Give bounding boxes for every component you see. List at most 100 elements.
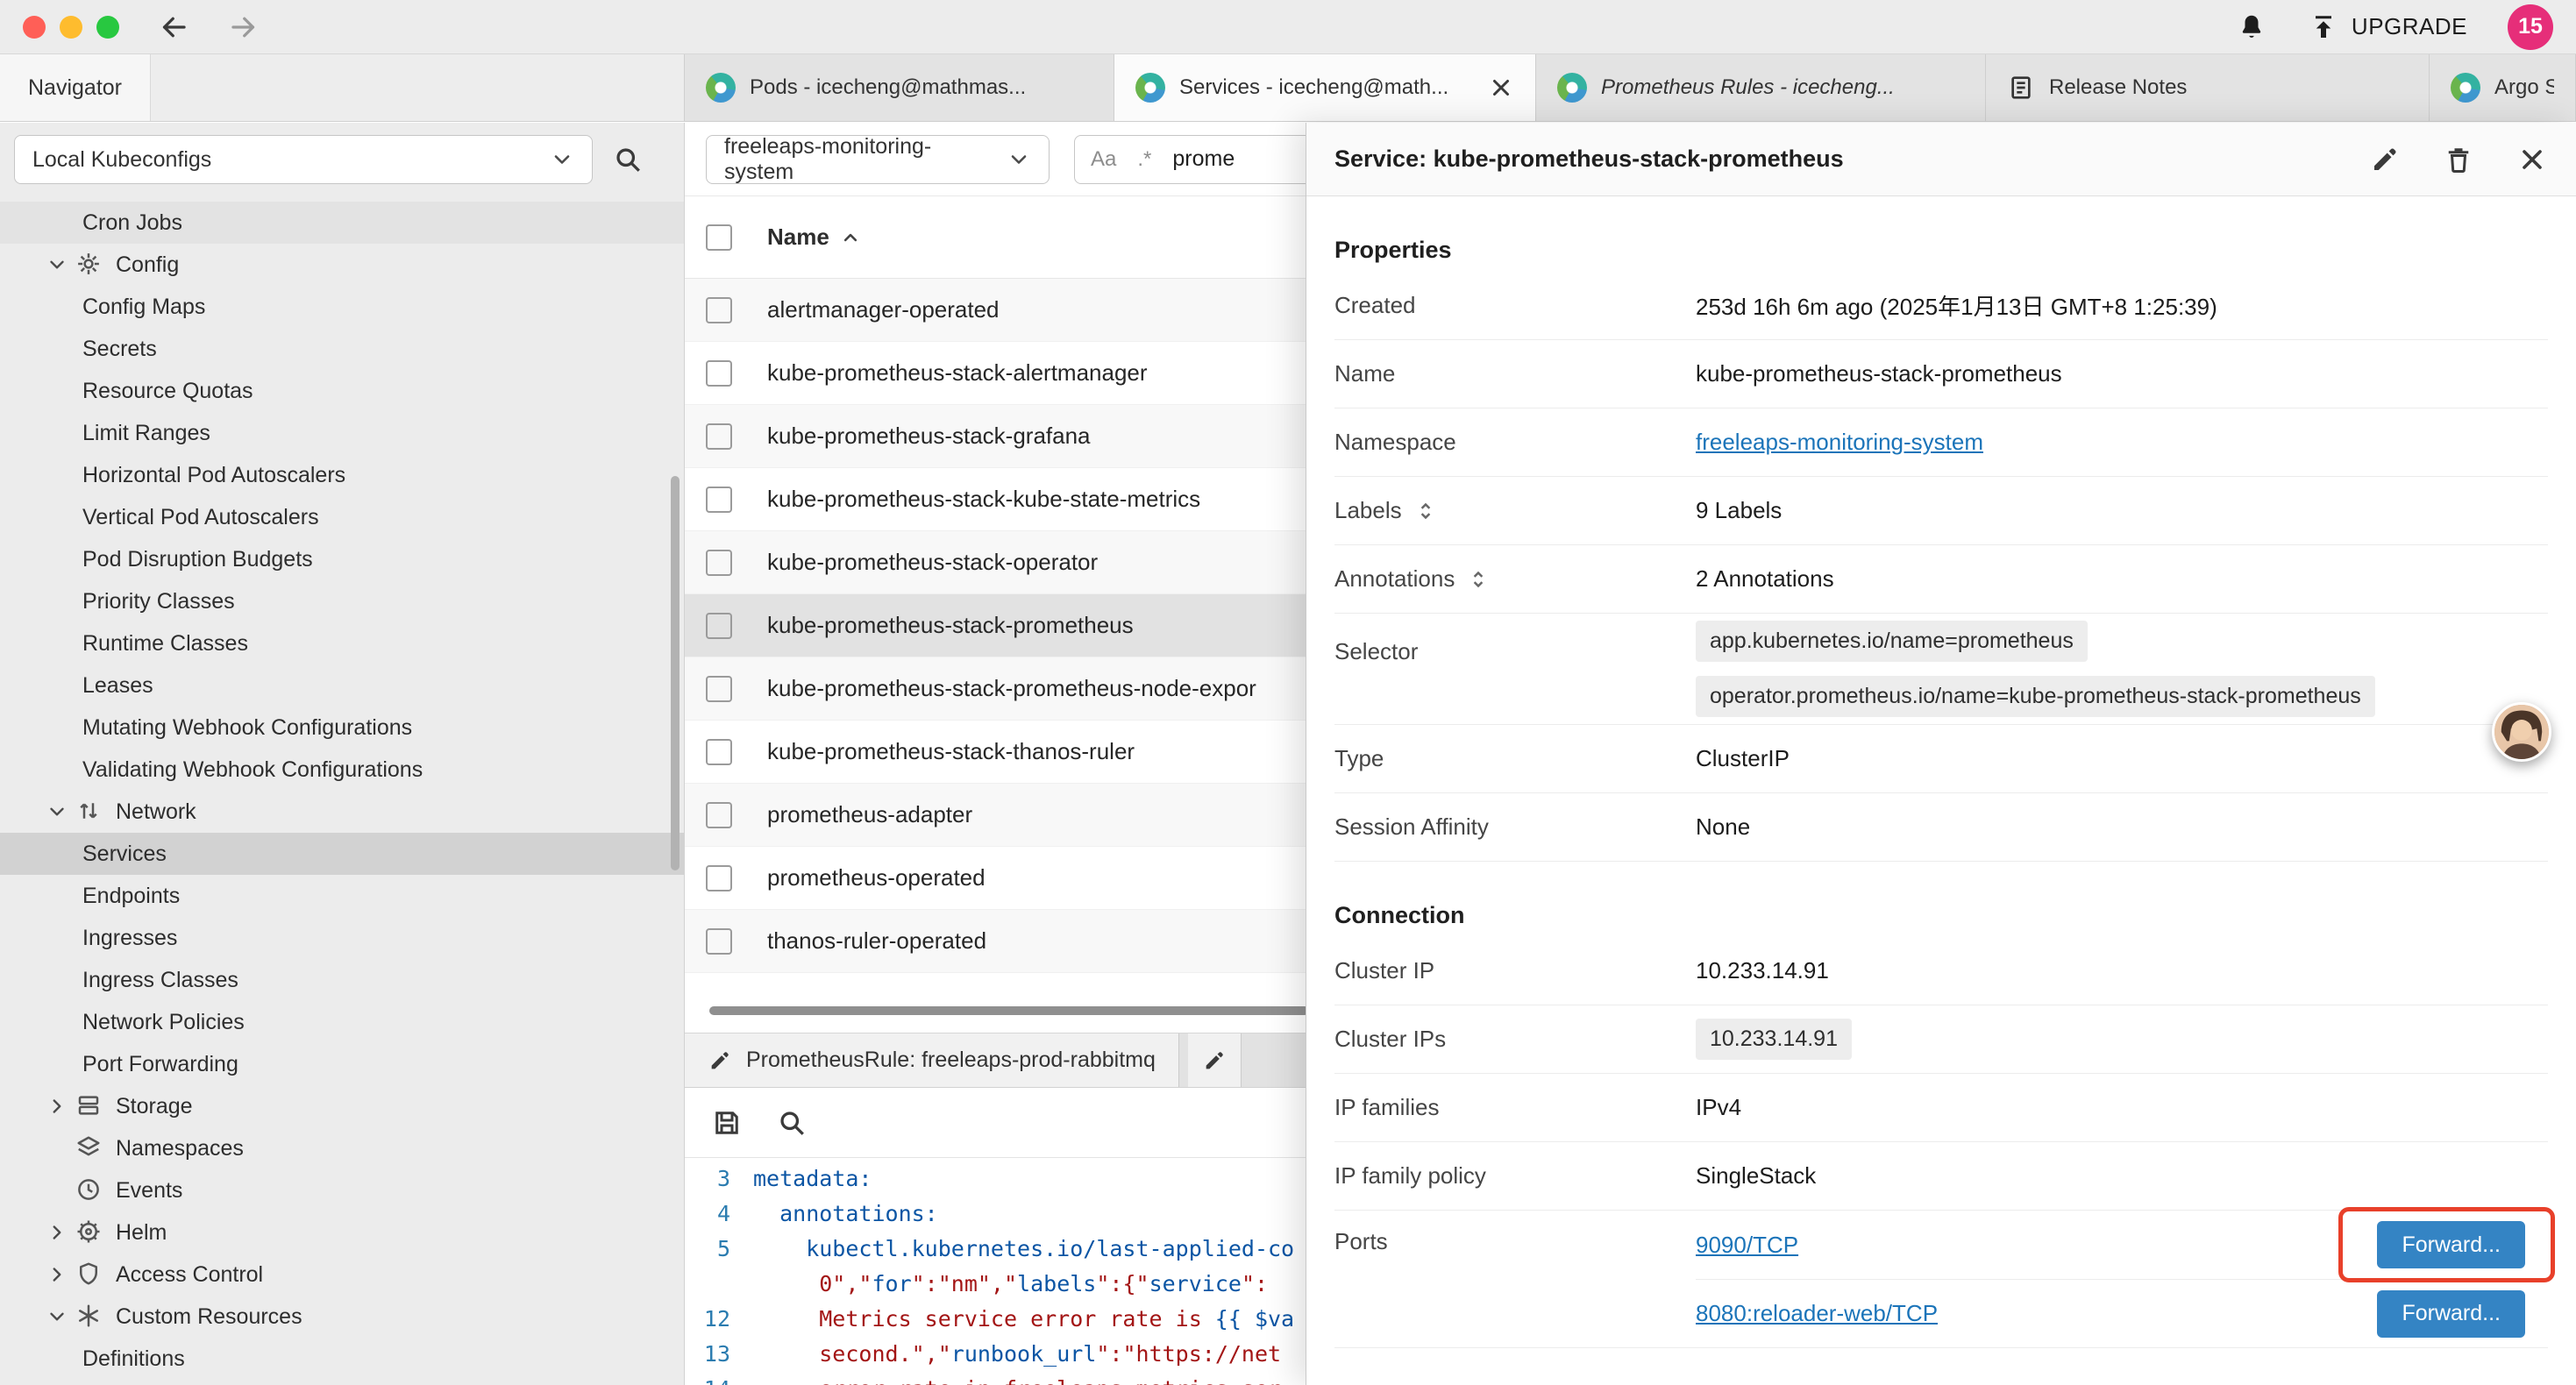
row-checkbox[interactable] [706,550,732,576]
sidebar-item-cron-jobs[interactable]: Cron Jobs [0,202,684,244]
tab-services-icecheng-math[interactable]: Services - icecheng@math... [1114,54,1536,121]
sidebar-item-secrets[interactable]: Secrets [0,328,684,370]
notification-count-badge[interactable]: 15 [2508,4,2553,50]
line-number: 4 [685,1197,753,1232]
row-checkbox[interactable] [706,423,732,450]
editor-search-icon[interactable] [776,1107,808,1139]
tab-prometheus-rules-icecheng[interactable]: Prometheus Rules - icecheng... [1536,54,1986,121]
sidebar-item-endpoints[interactable]: Endpoints [0,875,684,917]
dock-tab-prometheusrule[interactable]: PrometheusRule: freeleaps-prod-rabbitmq [685,1033,1179,1087]
unfold-icon[interactable] [1413,498,1439,524]
regex-toggle[interactable]: .* [1137,147,1151,172]
sidebar-item-mutating-webhook-configurations[interactable]: Mutating Webhook Configurations [0,707,684,749]
forward-button[interactable]: Forward... [2377,1221,2525,1268]
sidebar-item-ingresses[interactable]: Ingresses [0,917,684,959]
sidebar-item-network[interactable]: Network [0,791,684,833]
port-link[interactable]: 8080:reloader-web/TCP [1696,1300,1938,1327]
sidebar-item-network-policies[interactable]: Network Policies [0,1001,684,1043]
row-checkbox[interactable] [706,928,732,955]
sidebar-item-label: Helm [116,1220,167,1246]
sidebar-item-vertical-pod-autoscalers[interactable]: Vertical Pod Autoscalers [0,496,684,538]
tab-argo-se[interactable]: Argo Se... [2430,54,2576,121]
notifications-bell-icon[interactable] [2236,11,2267,43]
sidebar-item-horizontal-pod-autoscalers[interactable]: Horizontal Pod Autoscalers [0,454,684,496]
row-checkbox[interactable] [706,802,732,828]
sidebar-item-config[interactable]: Config [0,244,684,286]
sidebar-item-limit-ranges[interactable]: Limit Ranges [0,412,684,454]
network-icon [75,798,116,826]
chevron-down-icon[interactable] [39,1303,75,1330]
chevron-right-icon[interactable] [39,1093,75,1119]
name-column-header[interactable]: Name [767,224,829,251]
property-label: Namespace [1334,429,1696,456]
code-text: 0","for":"nm","labels":{"service": [753,1267,1268,1302]
horizontal-scrollbar[interactable] [709,1006,1309,1015]
tab-pods-icecheng-mathmas[interactable]: Pods - icecheng@mathmas... [685,54,1114,121]
row-checkbox[interactable] [706,676,732,702]
minimize-window-button[interactable] [60,16,82,39]
property-row-session-affinity: Session AffinityNone [1334,793,2548,862]
sidebar-item-label: Limit Ranges [82,421,210,446]
sidebar-item-custom-resources[interactable]: Custom Resources [0,1296,684,1338]
chevron-right-icon[interactable] [39,1261,75,1288]
sidebar-item-storage[interactable]: Storage [0,1085,684,1127]
dock-tab-secondary[interactable] [1188,1033,1242,1087]
port-link[interactable]: 9090/TCP [1696,1232,1798,1259]
sidebar-item-pod-disruption-budgets[interactable]: Pod Disruption Budgets [0,538,684,580]
sidebar-item-events[interactable]: Events [0,1169,684,1211]
row-checkbox[interactable] [706,739,732,765]
release-notes-icon [2007,74,2035,102]
sidebar-item-priority-classes[interactable]: Priority Classes [0,580,684,622]
close-window-button[interactable] [23,16,46,39]
sidebar-item-namespaces[interactable]: Namespaces [0,1127,684,1169]
save-icon[interactable] [711,1107,743,1139]
sidebar-item-resource-quotas[interactable]: Resource Quotas [0,370,684,412]
sort-ascending-icon[interactable] [838,225,863,250]
sidebar-item-services[interactable]: Services [0,833,684,875]
chevron-right-icon[interactable] [39,1219,75,1246]
row-checkbox[interactable] [706,613,732,639]
forward-button[interactable]: Forward... [2377,1290,2525,1338]
row-checkbox[interactable] [706,865,732,891]
line-number: 12 [685,1302,753,1337]
service-name: prometheus-operated [767,864,986,891]
sidebar-item-config-maps[interactable]: Config Maps [0,286,684,328]
row-checkbox[interactable] [706,487,732,513]
user-avatar[interactable] [2492,702,2551,762]
delete-resource-icon[interactable] [2443,144,2474,175]
row-checkbox[interactable] [706,360,732,387]
namespace-filter[interactable]: freeleaps-monitoring-system [706,135,1050,184]
sidebar-item-definitions[interactable]: Definitions [0,1338,684,1380]
tab-close-icon[interactable] [1488,75,1514,101]
search-value: prome [1172,146,1235,172]
sidebar-item-port-forwarding[interactable]: Port Forwarding [0,1043,684,1085]
select-all-checkbox[interactable] [706,224,732,251]
property-label: Labels [1334,497,1696,524]
kubeconfig-selector[interactable]: Local Kubeconfigs [14,135,593,184]
chevron-down-icon[interactable] [39,799,75,825]
unfold-icon[interactable] [1465,566,1491,593]
sidebar-item-access-control[interactable]: Access Control [0,1254,684,1296]
chevron-spacer [39,294,82,320]
match-case-toggle[interactable]: Aa [1091,147,1116,172]
sidebar-item-runtime-classes[interactable]: Runtime Classes [0,622,684,664]
chevron-down-icon[interactable] [39,252,75,278]
sidebar-item-leases[interactable]: Leases [0,664,684,707]
namespace-link[interactable]: freeleaps-monitoring-system [1696,429,1983,456]
zoom-window-button[interactable] [96,16,119,39]
sidebar-item-helm[interactable]: Helm [0,1211,684,1254]
sidebar-item-ingress-classes[interactable]: Ingress Classes [0,959,684,1001]
upgrade-button[interactable]: UPGRADE [2308,11,2467,43]
sidebar-scrollbar[interactable] [671,476,680,870]
chevron-spacer [39,925,82,951]
tab-release-notes[interactable]: Release Notes [1986,54,2430,121]
property-label-text: Annotations [1334,565,1455,593]
sidebar-item-validating-webhook-configurations[interactable]: Validating Webhook Configurations [0,749,684,791]
sidebar-search-icon[interactable] [612,144,644,175]
edit-resource-icon[interactable] [2369,144,2401,175]
namespaces-icon [75,1134,116,1162]
close-drawer-icon[interactable] [2516,144,2548,175]
row-checkbox[interactable] [706,297,732,323]
forward-icon[interactable] [228,11,260,43]
back-icon[interactable] [158,11,189,43]
